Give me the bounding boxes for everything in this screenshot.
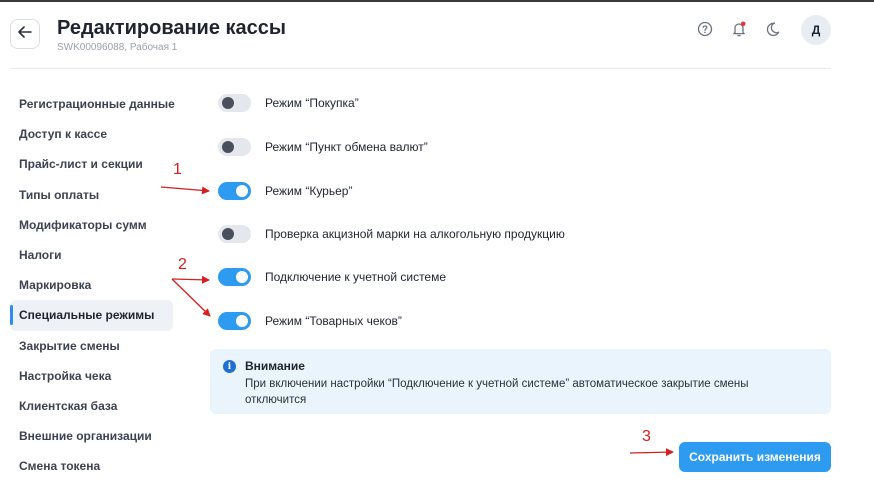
- sidebar-item-client-base[interactable]: Клиентская база: [10, 391, 173, 421]
- back-button[interactable]: [10, 19, 40, 49]
- annotation-number-2: 2: [178, 256, 187, 273]
- sidebar-item-taxes[interactable]: Налоги: [10, 240, 173, 270]
- sidebar-item-token-change[interactable]: Смена токена: [10, 451, 173, 481]
- sidebar-item-register-access[interactable]: Доступ к кассе: [10, 119, 173, 149]
- option-label: Режим “Курьер”: [265, 184, 353, 198]
- option-label: Проверка акцизной марки на алкогольную п…: [265, 227, 565, 241]
- moon-icon[interactable]: [764, 20, 782, 38]
- option-purchase-mode: Режим “Покупка”: [218, 93, 359, 113]
- help-icon[interactable]: [696, 20, 714, 38]
- annotation-number-1: 1: [173, 161, 182, 178]
- avatar[interactable]: Д: [801, 15, 831, 45]
- annotation-number-3: 3: [642, 428, 651, 445]
- bell-icon[interactable]: [730, 20, 748, 38]
- toggle-switch[interactable]: [218, 94, 251, 112]
- window-top-border: [0, 0, 874, 2]
- toggle-switch[interactable]: [218, 138, 251, 156]
- option-currency-exchange-mode: Режим “Пункт обмена валют”: [218, 137, 428, 157]
- page-subtitle: SWK00096088, Рабочая 1: [57, 42, 178, 53]
- toggle-switch[interactable]: [218, 225, 251, 243]
- sidebar-item-payment-types[interactable]: Типы оплаты: [10, 180, 173, 210]
- option-sales-receipts-mode: Режим “Товарных чеков”: [218, 311, 402, 331]
- sidebar-item-external-orgs[interactable]: Внешние организации: [10, 421, 173, 451]
- sidebar-item-marking[interactable]: Маркировка: [10, 270, 173, 300]
- page-title: Редактирование кассы: [57, 17, 286, 39]
- option-label: Режим “Пункт обмена валют”: [265, 140, 428, 154]
- sidebar-item-special-modes[interactable]: Специальные режимы: [10, 300, 173, 331]
- save-button[interactable]: Сохранить изменения: [679, 442, 831, 472]
- sidebar-item-shift-closing[interactable]: Закрытие смены: [10, 331, 173, 361]
- toggle-switch[interactable]: [218, 182, 251, 200]
- option-label: Режим “Покупка”: [265, 96, 359, 110]
- info-icon: i: [223, 360, 236, 373]
- annotation-arrow-2a: [171, 275, 210, 284]
- arrow-left-icon: [18, 25, 32, 43]
- notification-dot: [740, 21, 746, 27]
- option-courier-mode: Режим “Курьер”: [218, 181, 352, 201]
- option-label: Подключение к учетной системе: [265, 270, 447, 284]
- sidebar-item-sum-modifiers[interactable]: Модификаторы сумм: [10, 210, 173, 240]
- sidebar-nav: Регистрационные данные Доступ к кассе Пр…: [10, 89, 175, 481]
- option-excise-check: Проверка акцизной марки на алкогольную п…: [218, 224, 565, 244]
- sidebar-item-price-list[interactable]: Прайс-лист и секции: [10, 149, 173, 179]
- notice-title: Внимание: [245, 359, 305, 373]
- sidebar-item-registration-data[interactable]: Регистрационные данные: [10, 89, 175, 119]
- toggle-switch[interactable]: [218, 268, 251, 286]
- sidebar-item-receipt-setup[interactable]: Настройка чека: [10, 361, 173, 391]
- toggle-switch[interactable]: [218, 312, 251, 330]
- notice-text: При включении настройки “Подключение к у…: [245, 378, 749, 406]
- option-accounting-system: Подключение к учетной системе: [218, 267, 446, 287]
- option-label: Режим “Товарных чеков”: [265, 314, 402, 328]
- warning-notice: i Внимание При включении настройки “Подк…: [210, 349, 831, 414]
- annotation-arrow-3: [629, 448, 674, 457]
- annotation-arrow-2b: [171, 278, 211, 317]
- header-divider: [10, 68, 831, 69]
